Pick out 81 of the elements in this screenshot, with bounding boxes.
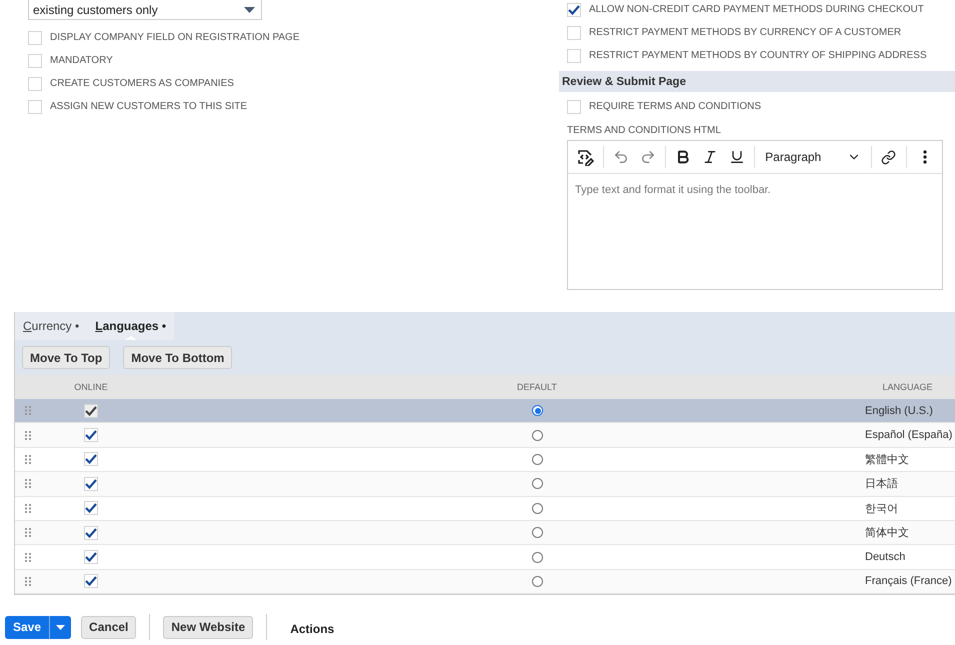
caret-icon <box>244 6 255 12</box>
column-header: LANGUAGE <box>882 382 932 392</box>
bold-icon <box>675 149 692 165</box>
checkbox-label: MANDATORY <box>50 55 113 66</box>
table-row[interactable]: Français (France) <box>15 570 955 594</box>
table-row[interactable]: Español (España) <box>15 423 955 448</box>
table-row[interactable]: English (U.S.) <box>15 399 955 424</box>
save-menu-button[interactable] <box>50 616 72 639</box>
drag-handle-icon[interactable] <box>25 430 31 440</box>
table-row[interactable]: 简体中文 <box>15 520 955 546</box>
default-radio[interactable] <box>532 478 543 490</box>
online-checkbox[interactable] <box>84 550 98 564</box>
drag-handle-icon[interactable] <box>25 504 31 513</box>
undo-icon <box>613 149 630 165</box>
language-name: Français (France) <box>865 575 952 588</box>
subtab[interactable]: Currency • <box>23 312 80 340</box>
format-dropdown[interactable]: Paragraph <box>759 144 867 170</box>
field-label: TERMS AND CONDITIONS HTML <box>567 125 722 136</box>
table-row[interactable]: 日本語 <box>15 472 955 497</box>
column-header: DEFAULT <box>516 382 557 392</box>
default-radio[interactable] <box>532 502 543 514</box>
save-button[interactable]: Save <box>5 616 50 639</box>
actions-menu[interactable]: Actions <box>280 622 344 636</box>
language-name: 日本語 <box>865 477 898 492</box>
checkbox[interactable] <box>567 26 581 40</box>
move-button[interactable]: Move To Bottom <box>123 346 232 369</box>
online-checkbox[interactable] <box>84 526 98 540</box>
checkbox-label: REQUIRE TERMS AND CONDITIONS <box>589 101 762 112</box>
online-checkbox[interactable] <box>84 452 98 466</box>
more-icon <box>922 150 927 164</box>
default-radio[interactable] <box>532 430 543 441</box>
language-name: Español (España) <box>865 429 952 442</box>
checkbox[interactable] <box>28 76 42 90</box>
language-name: 简体中文 <box>865 526 909 540</box>
checkbox-label: DISPLAY COMPANY FIELD ON REGISTRATION PAGE <box>50 32 300 43</box>
customer-dropdown[interactable]: existing customers only <box>28 0 262 20</box>
online-checkbox[interactable] <box>84 476 98 491</box>
subtab[interactable]: Languages • <box>95 312 166 340</box>
language-name: Deutsch <box>865 551 906 564</box>
column-header: ONLINE <box>74 382 108 392</box>
source-code-icon[interactable] <box>576 148 594 166</box>
drag-handle-icon[interactable] <box>25 552 31 562</box>
drag-handle-icon[interactable] <box>25 454 31 464</box>
default-radio[interactable] <box>532 527 543 538</box>
checkbox[interactable] <box>567 100 581 114</box>
online-checkbox[interactable] <box>84 404 98 418</box>
default-radio[interactable] <box>532 552 543 563</box>
section-title: Review & Submit Page <box>562 76 686 88</box>
checkbox-label: ASSIGN NEW CUSTOMERS TO THIS SITE <box>50 101 248 112</box>
cancel-button[interactable]: Cancel <box>81 616 136 639</box>
online-checkbox[interactable] <box>84 501 98 516</box>
checkbox[interactable] <box>28 30 42 44</box>
online-checkbox[interactable] <box>84 574 98 588</box>
default-radio[interactable] <box>532 405 543 416</box>
language-name: English (U.S.) <box>865 404 933 417</box>
checkbox[interactable] <box>28 54 42 68</box>
checkbox[interactable] <box>567 2 581 16</box>
default-radio[interactable] <box>532 576 543 587</box>
online-checkbox[interactable] <box>84 428 98 442</box>
language-name: 繁體中文 <box>865 452 909 467</box>
new-website-button[interactable]: New Website <box>163 616 254 639</box>
checkbox-label: RESTRICT PAYMENT METHODS BY COUNTRY OF SHIPPING ADDRESS <box>589 50 927 61</box>
rich-text-editor[interactable]: Paragraph Type text and format it using the toolbar. <box>567 140 943 290</box>
checkbox-label: CREATE CUSTOMERS AS COMPANIES <box>50 78 234 89</box>
drag-handle-icon[interactable] <box>25 479 31 488</box>
underline-icon <box>728 149 745 165</box>
drag-handle-icon[interactable] <box>25 528 31 538</box>
checkbox-label: RESTRICT PAYMENT METHODS BY CURRENCY OF A CUSTOMER <box>589 27 902 38</box>
drag-handle-icon[interactable] <box>25 576 31 586</box>
italic-icon <box>702 149 718 165</box>
redo-icon <box>640 149 656 165</box>
link-icon <box>881 150 896 164</box>
checkbox[interactable] <box>567 48 581 62</box>
checkbox[interactable] <box>28 100 42 114</box>
caret-icon <box>56 624 66 630</box>
language-name: 한국어 <box>865 502 898 516</box>
move-button[interactable]: Move To Top <box>22 346 110 369</box>
checkbox-label: ALLOW NON-CREDIT CARD PAYMENT METHODS DURING CHECKOUT <box>589 4 924 15</box>
table-row[interactable]: 한국어 <box>15 496 955 521</box>
default-radio[interactable] <box>532 454 543 465</box>
drag-handle-icon[interactable] <box>25 406 31 416</box>
